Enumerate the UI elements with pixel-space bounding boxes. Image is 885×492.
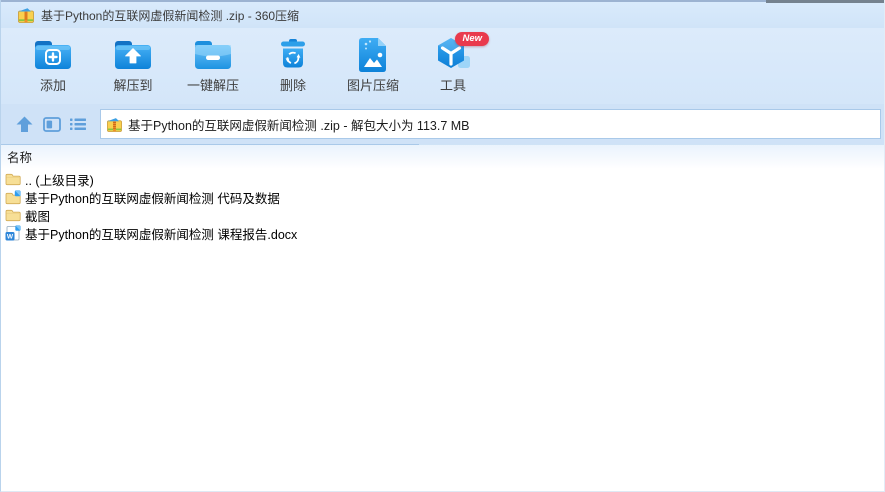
list-view-icon[interactable] <box>70 118 86 131</box>
extract-to-button[interactable]: 解压到 <box>94 31 172 99</box>
file-name: .. (上级目录) <box>25 173 94 188</box>
file-row-parent-dir[interactable]: .. (上级目录) <box>1 170 884 188</box>
folder-badge-icon <box>4 190 22 205</box>
delete-button[interactable]: 删除 <box>254 31 332 99</box>
folder-icon <box>4 172 22 186</box>
address-text: 基于Python的互联网虚假新闻检测 .zip - 解包大小为 113.7 MB <box>128 118 470 133</box>
word-docx-icon: W <box>4 225 22 241</box>
file-row-code-data-folder[interactable]: 基于Python的互联网虚假新闻检测 代码及数据 <box>1 188 884 206</box>
window-top-border <box>1 0 884 3</box>
file-name: 截图 <box>25 209 51 224</box>
window-title: 基于Python的互联网虚假新闻检测 .zip - 360压缩 <box>41 8 300 23</box>
preview-pane-icon[interactable] <box>43 116 61 132</box>
delete-trash-icon <box>270 31 316 78</box>
file-name: 基于Python的互联网虚假新闻检测 课程报告.docx <box>25 227 298 242</box>
file-name: 基于Python的互联网虚假新闻检测 代码及数据 <box>25 191 280 206</box>
toolbar-button-label: 删除 <box>279 78 306 93</box>
archive-app-icon <box>18 7 34 23</box>
tools-button[interactable]: New 工具 <box>414 31 492 99</box>
background-window-edge <box>766 0 884 3</box>
toolbar-button-label: 一键解压 <box>186 78 239 93</box>
add-button[interactable]: 添加 <box>14 31 92 99</box>
folder-icon <box>4 208 22 222</box>
column-header-label: 名称 <box>7 151 33 165</box>
svg-text:W: W <box>7 234 14 241</box>
new-badge: New <box>455 32 489 46</box>
toolbar-button-label: 工具 <box>439 78 466 93</box>
file-row-report-docx[interactable]: W 基于Python的互联网虚假新闻检测 课程报告.docx <box>1 224 884 242</box>
address-bar[interactable]: 基于Python的互联网虚假新闻检测 .zip - 解包大小为 113.7 MB <box>100 109 881 139</box>
column-header-name[interactable]: 名称 <box>1 144 884 168</box>
extract-to-folder-icon <box>110 31 156 78</box>
add-folder-icon <box>30 31 76 78</box>
toolbar-button-label: 添加 <box>39 78 66 93</box>
toolbar-button-label: 图片压缩 <box>346 78 399 93</box>
file-list: .. (上级目录) 基于Python的互联网虚假新闻检测 代码及数据 截图 W … <box>1 168 884 242</box>
360zip-window: 基于Python的互联网虚假新闻检测 .zip - 360压缩 添加 解压到 一… <box>0 0 885 492</box>
titlebar[interactable]: 基于Python的互联网虚假新闻检测 .zip - 360压缩 <box>1 2 884 28</box>
toolbar: 添加 解压到 一键解压 删除 图片压缩 New 工具 <box>1 28 884 104</box>
up-arrow-icon[interactable] <box>15 116 34 133</box>
one-click-extract-button[interactable]: 一键解压 <box>174 31 252 99</box>
toolbar-button-label: 解压到 <box>113 78 153 93</box>
image-compress-icon <box>350 31 396 78</box>
archive-file-icon <box>107 117 122 132</box>
one-click-extract-folder-icon <box>190 31 236 78</box>
address-row: 基于Python的互联网虚假新闻检测 .zip - 解包大小为 113.7 MB <box>1 104 884 144</box>
image-compress-button[interactable]: 图片压缩 <box>334 31 412 99</box>
file-row-screenshots-folder[interactable]: 截图 <box>1 206 884 224</box>
